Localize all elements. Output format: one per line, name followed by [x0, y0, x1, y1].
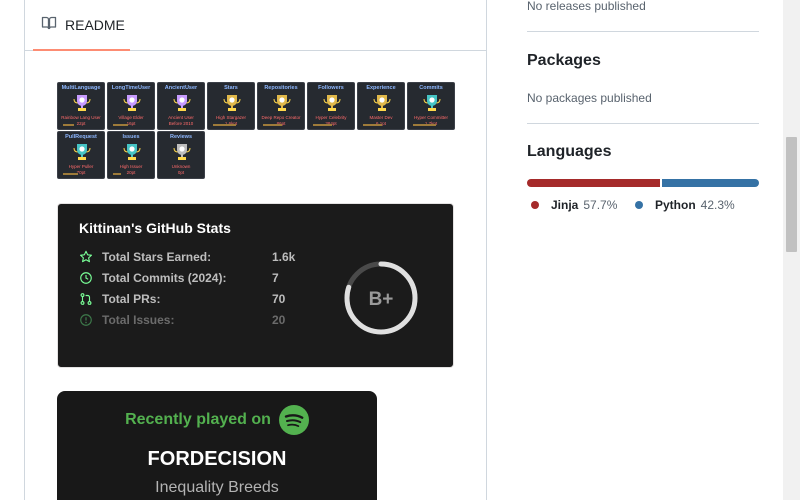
- languages-heading: Languages: [527, 143, 612, 160]
- github-stats-card[interactable]: Kittinan's GitHub Stats Total Stars Earn…: [57, 203, 454, 368]
- trophy-title: Followers: [318, 85, 344, 91]
- stats-row-issues: Total Issues: 20: [79, 312, 285, 328]
- stats-label: Total Commits (2024):: [102, 271, 227, 285]
- trophy-rank-label: Deep Repo Creator: [261, 115, 301, 120]
- trophy-commits: Commits Hyper Committer 1.7kpt: [407, 82, 455, 130]
- trophy-reviews: Reviews Unknown 0pt: [157, 131, 205, 179]
- stats-value: 70: [272, 292, 286, 306]
- trophy-multilanguage: MultiLanguage Rainbow Lang User 22pt: [57, 82, 105, 130]
- trophy-title: PullRequest: [65, 134, 97, 140]
- language-name: Python: [655, 198, 696, 212]
- trophy-rank-label: Rainbow Lang User: [61, 115, 101, 120]
- trophy-title: Reviews: [169, 134, 192, 140]
- trophy-points: Before 2010: [168, 120, 194, 126]
- spotify-now-playing-card[interactable]: Recently played on FORDECISION Inequalit…: [57, 391, 377, 500]
- song-title: FORDECISION: [147, 448, 287, 470]
- packages-empty-text: No packages published: [527, 91, 652, 105]
- trophy-subtitle: Ancient User Before 2010: [158, 115, 204, 126]
- trophy-title: Stars: [224, 85, 238, 91]
- trophy-title: AncientUser: [164, 85, 198, 91]
- recently-played-label: Recently played on: [125, 411, 271, 428]
- trophy-followers: Followers Hyper Celebrity 384pt: [307, 82, 355, 130]
- trophy-title: Commits: [419, 85, 443, 91]
- trophy-experience: Experience Master Dev 6.1pt: [357, 82, 405, 130]
- trophy-cup-icon: [223, 95, 241, 111]
- book-icon: [41, 15, 57, 36]
- trophy-title: Repositories: [264, 85, 298, 91]
- trophy-progress-bar: [113, 124, 128, 126]
- artist-name: Inequality Breeds: [155, 479, 279, 496]
- spotify-header: Recently played on: [57, 405, 377, 435]
- language-bar-segment: [661, 179, 759, 187]
- trophy-cup-icon: [323, 95, 341, 111]
- language-bar-segment: [527, 179, 660, 187]
- stats-label: Total PRs:: [102, 292, 161, 306]
- trophy-cup-icon: [273, 95, 291, 111]
- trophy-progress-bar: [313, 124, 332, 126]
- star-icon: [80, 250, 92, 263]
- trophy-points: 0pt: [177, 169, 185, 175]
- page: README MultiLanguage Rainbow Lang User 22p…: [0, 0, 800, 500]
- stats-row-commits: Total Commits (2024): 7: [79, 270, 279, 286]
- pull-request-icon: [80, 293, 92, 305]
- language-color-dot: [635, 201, 643, 209]
- trophy-progress-bar: [363, 124, 382, 126]
- stats-row-prs: Total PRs: 70: [79, 291, 285, 307]
- readme-header: README: [25, 0, 486, 51]
- divider: [527, 31, 759, 32]
- packages-heading[interactable]: Packages: [527, 52, 601, 70]
- language-percent: 42.3%: [700, 198, 735, 212]
- trophy-progress-bar: [213, 124, 236, 126]
- stats-value: 20: [272, 313, 286, 327]
- language-percent: 57.7%: [583, 198, 618, 212]
- trophy-cup-icon: [73, 95, 91, 111]
- rank-grade: B+: [369, 289, 394, 310]
- trophy-cup-icon: [423, 95, 441, 111]
- language-item-jinja[interactable]: Jinja 57.7%: [531, 198, 617, 212]
- trophy-stars: Stars High Stargazer 1.6kpt: [207, 82, 255, 130]
- trophy-subtitle: Unknown 0pt: [158, 164, 204, 175]
- stats-value: 7: [272, 271, 279, 285]
- trophy-cup-icon: [173, 144, 191, 160]
- stats-row-stars: Total Stars Earned: 1.6k: [79, 249, 295, 265]
- trophy-rank-label: Hyper Committer: [413, 115, 448, 120]
- trophy-longtimeuser: LongTimeUser Village Elder 16pt: [107, 82, 155, 130]
- stats-title: Kittinan's GitHub Stats: [79, 220, 231, 236]
- language-color-dot: [531, 201, 539, 209]
- trophy-cup-icon: [123, 95, 141, 111]
- readme-tab-label: README: [65, 17, 125, 33]
- trophy-repositories: Repositories Deep Repo Creator 86pt: [257, 82, 305, 130]
- trophy-title: Issues: [122, 134, 140, 140]
- trophy-pullrequest: PullRequest Hyper Puller 70pt: [57, 131, 105, 179]
- scrollbar-thumb[interactable]: [786, 137, 797, 252]
- trophy-cup-icon: [173, 95, 191, 111]
- rank-circle: B+: [344, 261, 418, 335]
- trophy-title: Experience: [366, 85, 396, 91]
- language-bar: [527, 179, 759, 187]
- spotify-icon: [278, 405, 309, 435]
- trophy-progress-bar: [413, 124, 436, 126]
- trophy-ancientuser: AncientUser Ancient User Before 2010: [157, 82, 205, 130]
- trophy-issues: Issues High Issuer 20pt: [107, 131, 155, 179]
- page-scrollbar[interactable]: [783, 0, 800, 500]
- issue-icon: [80, 314, 92, 326]
- stats-label: Total Stars Earned:: [102, 250, 212, 264]
- trophy-progress-bar: [263, 124, 282, 126]
- stats-value: 1.6k: [272, 250, 296, 264]
- releases-empty-text: No releases published: [527, 0, 646, 13]
- trophy-title: MultiLanguage: [61, 85, 101, 91]
- language-name: Jinja: [551, 198, 579, 212]
- divider: [527, 123, 759, 124]
- trophy-progress-bar: [63, 173, 78, 175]
- language-item-python[interactable]: Python 42.3%: [635, 198, 735, 212]
- trophy-title: LongTimeUser: [111, 85, 151, 91]
- trophy-progress-bar: [63, 124, 74, 126]
- history-icon: [80, 272, 92, 284]
- trophy-cup-icon: [123, 144, 141, 160]
- readme-tab[interactable]: README: [33, 1, 130, 51]
- stats-label: Total Issues:: [102, 313, 175, 327]
- trophy-cup-icon: [73, 144, 91, 160]
- trophy-cup-icon: [373, 95, 391, 111]
- trophy-progress-bar: [113, 173, 121, 175]
